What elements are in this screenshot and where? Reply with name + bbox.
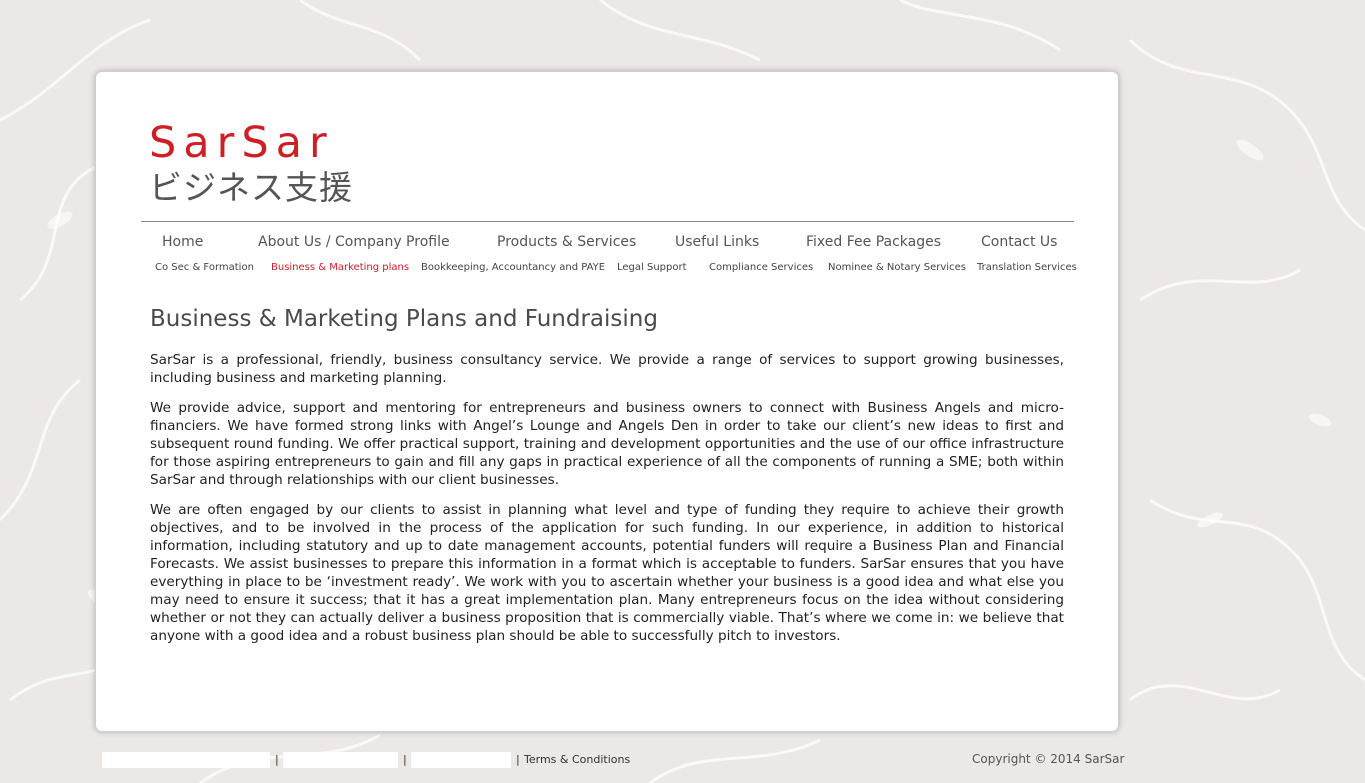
subnav-item-compliance-services[interactable]: Compliance Services (709, 262, 813, 273)
logo-subtitle-text: ビジネス支援 (149, 168, 353, 207)
nav-divider (141, 221, 1074, 222)
subnav-item-co-sec-formation[interactable]: Co Sec & Formation (155, 262, 254, 273)
body-paragraph: We provide advice, support and mentoring… (150, 400, 1064, 488)
nav-item-fixed-fee-packages[interactable]: Fixed Fee Packages (806, 234, 941, 250)
body-paragraph: SarSar is a professional, friendly, busi… (150, 352, 1064, 386)
nav-item-contact-us[interactable]: Contact Us (981, 234, 1057, 250)
sarsar-logo[interactable]: SarSar ビジネス支援 (149, 116, 355, 214)
footer-link-placeholder[interactable] (411, 752, 511, 768)
body-paragraph: We are often engaged by our clients to a… (150, 502, 1064, 644)
subnav-item-bookkeeping[interactable]: Bookkeeping, Accountancy and PAYE (421, 262, 605, 273)
nav-item-products-services[interactable]: Products & Services (497, 234, 636, 250)
footer-separator: | (516, 753, 520, 766)
copyright-text: Copyright © 2014 SarSar (972, 752, 1125, 766)
terms-conditions-link[interactable]: Terms & Conditions (524, 753, 630, 766)
page-body: SarSar is a professional, friendly, busi… (150, 351, 1064, 657)
logo-brand-text: SarSar (149, 118, 334, 168)
footer-separator: | (403, 753, 407, 766)
nav-item-about-us[interactable]: About Us / Company Profile (258, 234, 450, 250)
footer-link-placeholder[interactable] (283, 752, 398, 768)
subnav-item-legal-support[interactable]: Legal Support (617, 262, 687, 273)
page-title: Business & Marketing Plans and Fundraisi… (150, 306, 658, 332)
footer-link-placeholder[interactable] (102, 752, 270, 768)
footer-separator: | (275, 753, 279, 766)
subnav-item-translation-services[interactable]: Translation Services (977, 262, 1077, 273)
nav-item-home[interactable]: Home (162, 234, 203, 250)
subnav-item-nominee-notary[interactable]: Nominee & Notary Services (828, 262, 966, 273)
nav-item-useful-links[interactable]: Useful Links (675, 234, 759, 250)
subnav-item-business-marketing-plans[interactable]: Business & Marketing plans (271, 262, 409, 273)
